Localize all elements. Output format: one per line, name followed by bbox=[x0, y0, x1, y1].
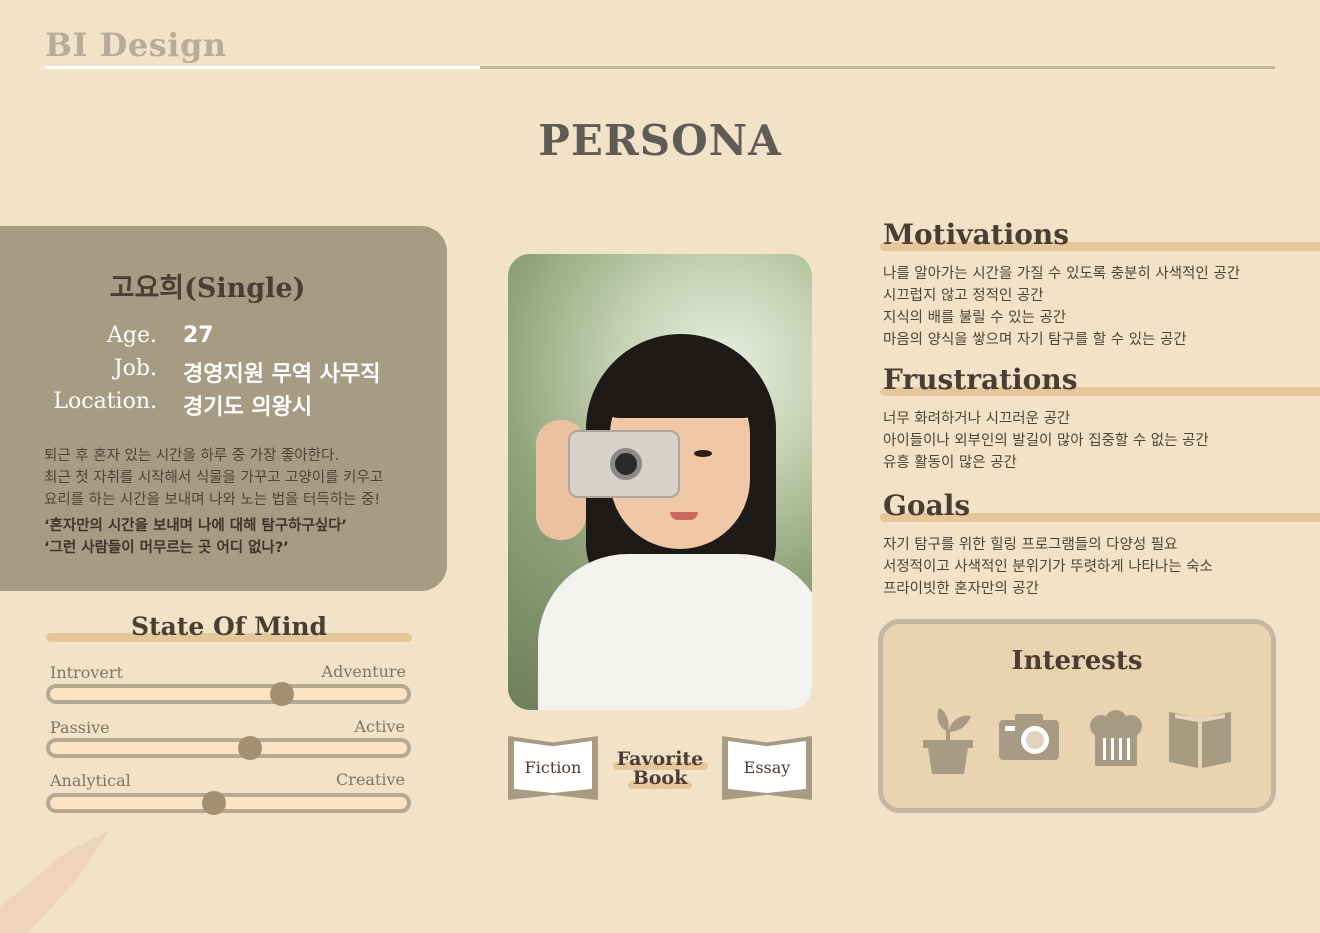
motivations-title: Motivations bbox=[883, 218, 1070, 251]
favorite-book-title: Favorite Book bbox=[616, 748, 704, 789]
camera-icon bbox=[568, 430, 680, 498]
header-rule-right bbox=[480, 66, 1275, 69]
persona-description: 퇴근 후 혼자 있는 시간을 하루 중 가장 좋아한다. 최근 첫 자취를 시작… bbox=[44, 445, 434, 511]
age-label: Age. bbox=[107, 323, 157, 348]
interests-panel: Interests bbox=[878, 619, 1276, 813]
slider-left-label: Introvert bbox=[50, 663, 123, 682]
list-item: 유흥 활동이 많은 공간 bbox=[883, 455, 1017, 471]
list-item: 마음의 양식을 쌓으며 자기 탐구를 할 수 있는 공간 bbox=[883, 332, 1187, 348]
location-label: Location. bbox=[53, 389, 157, 414]
camera-icon bbox=[999, 714, 1059, 760]
persona-quote: ‘그런 사람들이 머무르는 곳 어디 없나?’ bbox=[44, 540, 289, 556]
list-item: 자기 탐구를 위한 힐링 프로그램들의 다양성 필요 bbox=[883, 537, 1178, 553]
location-value: 경기도 의왕시 bbox=[183, 395, 313, 420]
job-value: 경영지원 무역 사무직 bbox=[183, 362, 381, 387]
motivations-list: 나를 알아가는 시간을 가질 수 있도록 충분히 사색적인 공간 시끄럽지 않고… bbox=[883, 263, 1303, 351]
header-rule-left bbox=[45, 66, 480, 69]
interests-title: Interests bbox=[1011, 646, 1143, 676]
state-of-mind-title: State Of Mind bbox=[130, 612, 328, 641]
plant-icon bbox=[923, 708, 973, 774]
list-item: 아이들이나 외부인의 발길이 많아 집중할 수 없는 공간 bbox=[883, 433, 1209, 449]
slider-knob[interactable] bbox=[202, 791, 227, 815]
book-essay-label: Essay bbox=[743, 758, 791, 777]
persona-quote: ‘혼자만의 시간을 보내며 나에 대해 탐구하구싶다’ bbox=[44, 518, 348, 534]
list-item: 지식의 배를 불릴 수 있는 공간 bbox=[883, 310, 1067, 326]
age-value: 27 bbox=[183, 323, 214, 348]
slider-passive-active[interactable] bbox=[46, 736, 411, 760]
slider-right-label: Adventure bbox=[321, 662, 406, 681]
list-item: 너무 화려하거나 시끄러운 공간 bbox=[883, 411, 1071, 427]
slider-right-label: Active bbox=[354, 717, 405, 736]
description-line: 요리를 하는 시간을 보내며 나와 노는 법을 터득하는 중! bbox=[44, 492, 381, 508]
book-fiction-label: Fiction bbox=[524, 758, 582, 777]
slider-left-label: Analytical bbox=[50, 771, 131, 790]
book-fiction: Fiction bbox=[508, 736, 598, 800]
slider-knob[interactable] bbox=[270, 682, 295, 706]
persona-name: 고요희(Single) bbox=[109, 273, 306, 304]
page-title: PERSONA bbox=[538, 116, 782, 165]
slider-introvert-adventure[interactable] bbox=[46, 682, 411, 706]
book-essay: Essay bbox=[722, 736, 812, 800]
book-icon bbox=[1169, 712, 1231, 768]
list-item: 시끄럽지 않고 정적인 공간 bbox=[883, 288, 1044, 304]
slider-knob[interactable] bbox=[237, 736, 262, 760]
list-item: 프라이빗한 혼자만의 공간 bbox=[883, 581, 1039, 597]
list-item: 서정적이고 사색적인 분위기가 뚜렷하게 나타나는 숙소 bbox=[883, 559, 1213, 575]
description-line: 최근 첫 자취를 시작해서 식물을 가꾸고 고양이를 키우고 bbox=[44, 470, 384, 486]
leaf-decoration bbox=[0, 830, 110, 933]
slider-right-label: Creative bbox=[336, 770, 405, 789]
profile-card: 고요희(Single) Age. 27 Job. 경영지원 무역 사무직 Loc… bbox=[0, 226, 447, 591]
description-line: 퇴근 후 혼자 있는 시간을 하루 중 가장 좋아한다. bbox=[44, 448, 339, 464]
frustrations-title: Frustrations bbox=[883, 363, 1078, 396]
brand-title: BI Design bbox=[45, 26, 227, 64]
goals-title: Goals bbox=[883, 489, 971, 522]
goals-list: 자기 탐구를 위한 힐링 프로그램들의 다양성 필요 서정적이고 사색적인 분위… bbox=[883, 534, 1303, 600]
job-label: Job. bbox=[113, 356, 157, 381]
slider-left-label: Passive bbox=[50, 718, 110, 737]
persona-photo bbox=[508, 254, 812, 710]
slider-analytical-creative[interactable] bbox=[46, 791, 411, 815]
list-item: 나를 알아가는 시간을 가질 수 있도록 충분히 사색적인 공간 bbox=[883, 266, 1241, 282]
chef-hat-icon bbox=[1090, 710, 1142, 766]
frustrations-list: 너무 화려하거나 시끄러운 공간 아이들이나 외부인의 발길이 많아 집중할 수… bbox=[883, 408, 1303, 474]
